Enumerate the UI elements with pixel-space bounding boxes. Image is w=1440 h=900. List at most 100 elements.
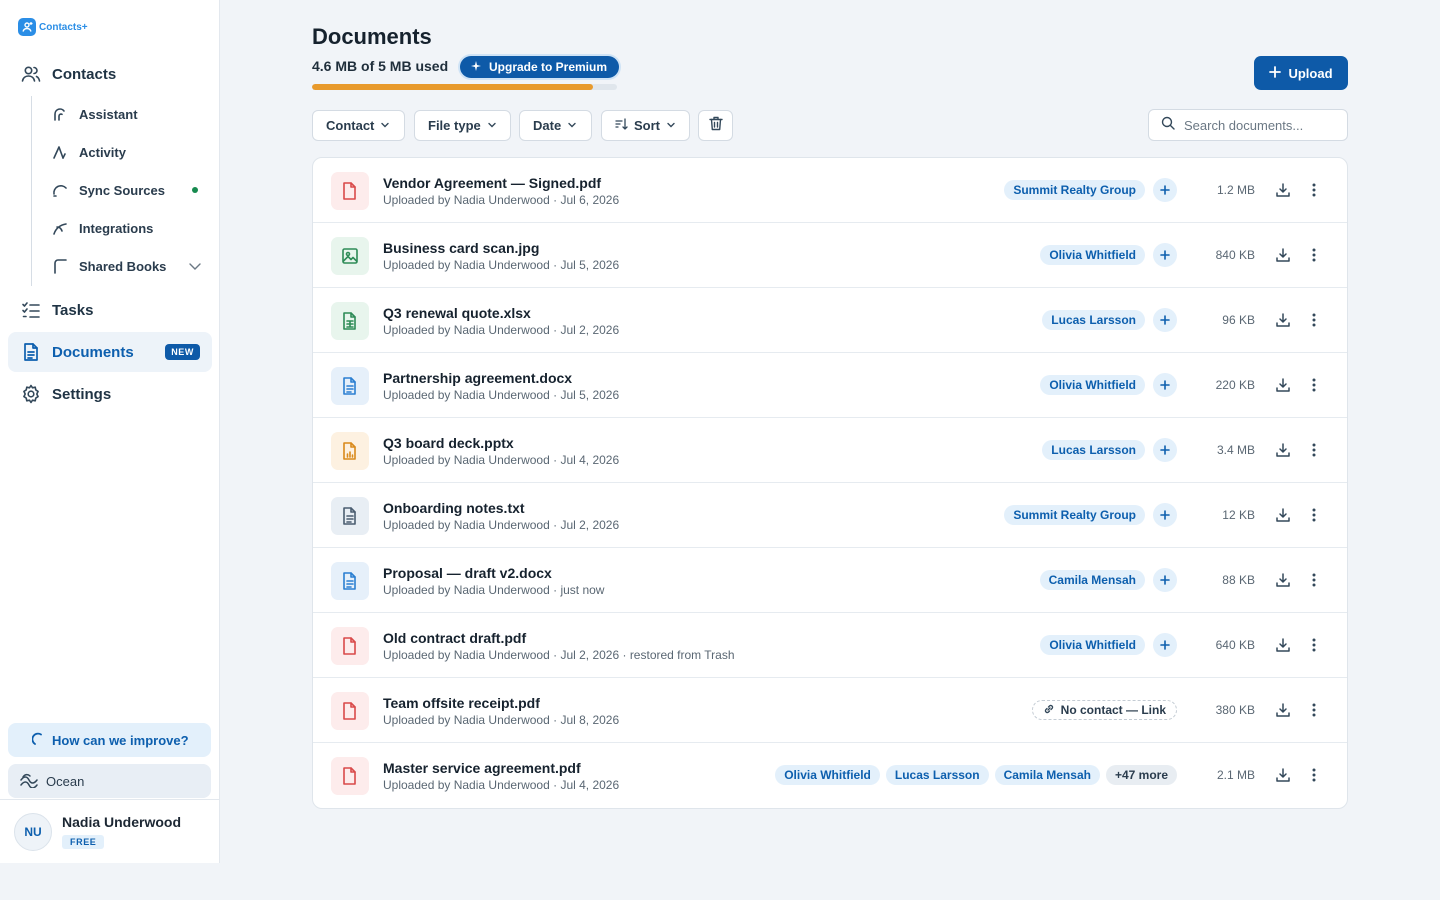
document-name[interactable]: Partnership agreement.docx (383, 370, 572, 386)
download-icon[interactable] (1274, 441, 1292, 459)
contact-filter[interactable]: Contact (312, 110, 405, 141)
add-contact-button[interactable] (1153, 308, 1177, 332)
contact-tag[interactable]: Camila Mensah (994, 765, 1100, 785)
download-icon[interactable] (1274, 506, 1292, 524)
add-contact-button[interactable] (1153, 633, 1177, 657)
more-options-icon[interactable] (1307, 636, 1321, 654)
more-options-icon[interactable] (1307, 376, 1321, 394)
date-filter-label: Date (533, 118, 562, 133)
document-row[interactable]: Proposal — draft v2.docx Uploaded by Nadi… (313, 548, 1347, 613)
download-icon[interactable] (1274, 376, 1292, 394)
document-name[interactable]: Business card scan.jpg (383, 240, 539, 256)
document-name[interactable]: Vendor Agreement — Signed.pdf (383, 175, 601, 191)
theme-selector[interactable]: Ocean (8, 764, 211, 798)
new-badge: NEW (165, 344, 200, 360)
search-input[interactable] (1184, 117, 1334, 133)
contact-tag[interactable]: Olivia Whitfield (775, 765, 880, 785)
nav-sync-sources[interactable]: Sync Sources (48, 175, 208, 205)
contact-tag[interactable]: Olivia Whitfield (1040, 245, 1145, 265)
feedback-icon (31, 732, 44, 749)
download-icon[interactable] (1274, 181, 1292, 199)
more-options-icon[interactable] (1307, 311, 1321, 329)
contact-filter-label: Contact (326, 118, 375, 133)
contact-tag[interactable]: Olivia Whitfield (1040, 375, 1145, 395)
document-meta: Uploaded by Nadia Underwood · just now (383, 583, 605, 597)
more-options-icon[interactable] (1307, 181, 1321, 199)
more-options-icon[interactable] (1307, 246, 1321, 264)
date-filter[interactable]: Date (519, 110, 592, 141)
contact-tag[interactable]: Camila Mensah (1039, 570, 1145, 590)
add-contact-button[interactable] (1153, 503, 1177, 527)
nav-documents[interactable]: Documents NEW (8, 332, 212, 372)
document-name[interactable]: Q3 board deck.pptx (383, 435, 514, 451)
document-name[interactable]: Proposal — draft v2.docx (383, 565, 552, 581)
contact-tag[interactable]: Lucas Larsson (1042, 440, 1145, 460)
document-row[interactable]: Q3 board deck.pptx Uploaded by Nadia Unde… (313, 418, 1347, 483)
download-icon[interactable] (1274, 766, 1292, 784)
document-name[interactable]: Master service agreement.pdf (383, 760, 581, 776)
contact-tag[interactable]: Lucas Larsson (885, 765, 989, 785)
sort-label: Sort (634, 118, 660, 133)
contact-tag[interactable]: Olivia Whitfield (1040, 635, 1145, 655)
contact-tag[interactable]: Lucas Larsson (1042, 310, 1145, 330)
more-options-icon[interactable] (1307, 571, 1321, 589)
download-icon[interactable] (1274, 701, 1292, 719)
add-contact-button[interactable] (1153, 568, 1177, 592)
pdf-file-icon (331, 757, 369, 795)
document-name[interactable]: Team offsite receipt.pdf (383, 695, 540, 711)
contacts-logo-icon (18, 18, 36, 36)
feedback-button[interactable]: How can we improve? (8, 723, 211, 757)
trash-button[interactable] (698, 110, 733, 141)
upgrade-button[interactable]: Upgrade to Premium (460, 56, 620, 78)
document-row[interactable]: Old contract draft.pdf Uploaded by Nadia … (313, 613, 1347, 678)
more-options-icon[interactable] (1307, 441, 1321, 459)
contact-tag[interactable]: Summit Realty Group (1004, 180, 1145, 200)
add-contact-button[interactable] (1153, 178, 1177, 202)
nav-activity-label: Activity (79, 144, 126, 160)
nav-assistant[interactable]: Assistant (48, 99, 208, 129)
app-logo[interactable]: Contacts+ (18, 18, 88, 36)
document-name[interactable]: Old contract draft.pdf (383, 630, 526, 646)
contact-tag[interactable]: Summit Realty Group (1004, 505, 1145, 525)
add-contact-button[interactable] (1153, 438, 1177, 462)
doc-file-icon (331, 562, 369, 600)
document-row[interactable]: Business card scan.jpg Uploaded by Nadia … (313, 223, 1347, 288)
nav-contacts-label: Contacts (52, 65, 117, 83)
search-box[interactable] (1148, 109, 1348, 141)
chevron-down-icon[interactable] (188, 259, 202, 276)
document-row[interactable]: Q3 renewal quote.xlsx Uploaded by Nadia U… (313, 288, 1347, 353)
app-name: Contacts+ (39, 21, 88, 33)
nav-shared-books-label: Shared Books (79, 258, 167, 274)
contact-tags: Lucas Larsson (1042, 308, 1177, 332)
upload-button[interactable]: Upload (1254, 56, 1348, 90)
document-row[interactable]: Partnership agreement.docx Uploaded by Na… (313, 353, 1347, 418)
more-contacts-tag[interactable]: +47 more (1105, 765, 1177, 785)
document-row[interactable]: Onboarding notes.txt Uploaded by Nadia Un… (313, 483, 1347, 548)
nav-tasks[interactable]: Tasks (8, 290, 212, 330)
nav-activity[interactable]: Activity (48, 137, 208, 167)
nav-shared-books[interactable]: Shared Books (48, 251, 208, 281)
more-options-icon[interactable] (1307, 506, 1321, 524)
nav-integrations[interactable]: Integrations (48, 213, 208, 243)
search-icon (1161, 116, 1175, 135)
link-contact-button[interactable]: No contact — Link (1031, 700, 1177, 720)
download-icon[interactable] (1274, 246, 1292, 264)
download-icon[interactable] (1274, 311, 1292, 329)
document-name[interactable]: Q3 renewal quote.xlsx (383, 305, 531, 321)
document-row[interactable]: Vendor Agreement — Signed.pdf Uploaded by… (313, 158, 1347, 223)
nav-contacts[interactable]: Contacts (8, 54, 212, 94)
chevron-down-icon (567, 118, 577, 133)
more-options-icon[interactable] (1307, 766, 1321, 784)
download-icon[interactable] (1274, 636, 1292, 654)
nav-settings[interactable]: Settings (8, 374, 212, 414)
file-type-filter[interactable]: File type (414, 110, 511, 141)
document-name[interactable]: Onboarding notes.txt (383, 500, 525, 516)
document-row[interactable]: Team offsite receipt.pdf Uploaded by Nadi… (313, 678, 1347, 743)
more-options-icon[interactable] (1307, 701, 1321, 719)
add-contact-button[interactable] (1153, 373, 1177, 397)
document-row[interactable]: Master service agreement.pdf Uploaded by … (313, 743, 1347, 808)
sort-button[interactable]: Sort (601, 110, 690, 141)
add-contact-button[interactable] (1153, 243, 1177, 267)
user-profile[interactable]: NU Nadia Underwood FREE (0, 799, 219, 863)
download-icon[interactable] (1274, 571, 1292, 589)
